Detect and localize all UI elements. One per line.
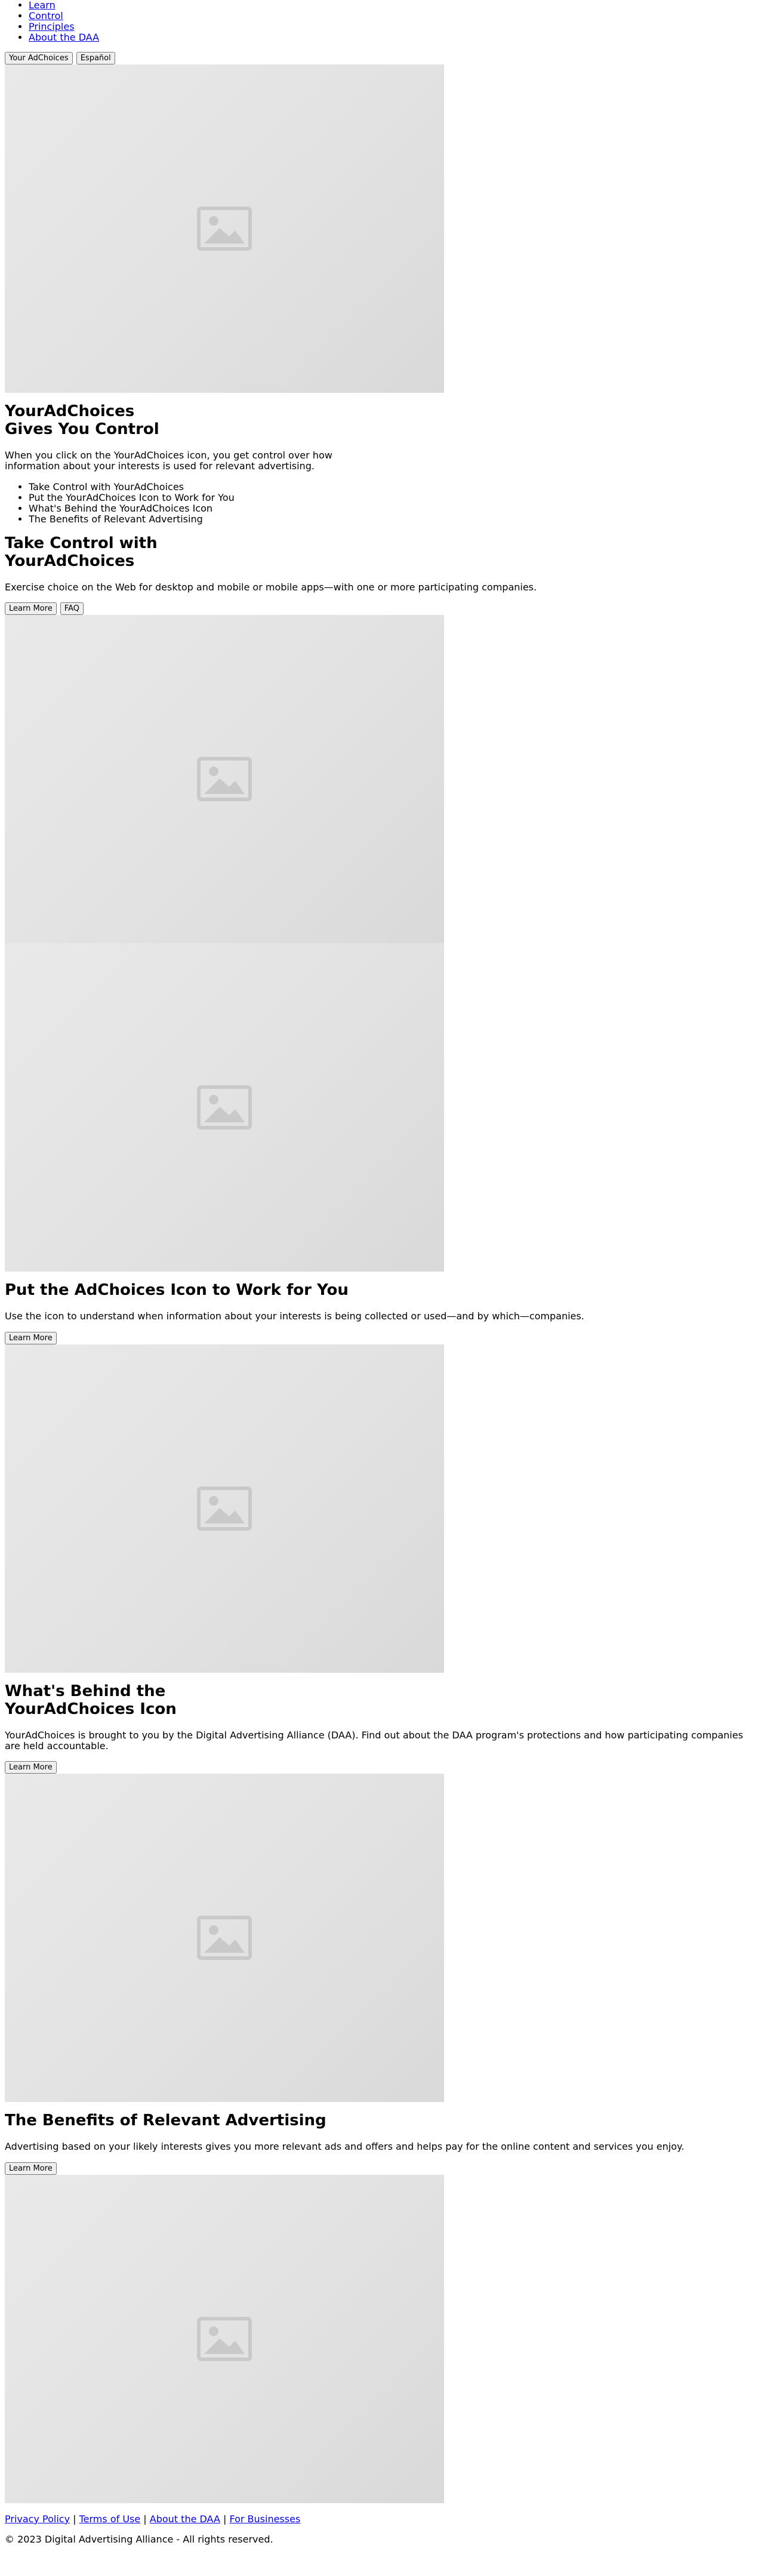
nav-link-control[interactable]: Control	[29, 10, 63, 21]
behind-buttons: Learn More	[5, 1761, 759, 1774]
footer-separator: |	[70, 2513, 79, 2525]
behind-title-line1: What's Behind the	[5, 1682, 166, 1700]
icon-learn-more-button[interactable]: Learn More	[5, 1331, 57, 1344]
language-bar: Your AdChoices Español	[5, 52, 759, 64]
behind-learn-more-button[interactable]: Learn More	[5, 1761, 57, 1774]
icon-buttons: Learn More	[5, 1331, 759, 1344]
behind-section-title: What's Behind the YourAdChoices Icon	[5, 1682, 759, 1718]
topic-item: Put the YourAdChoices Icon to Work for Y…	[29, 492, 759, 503]
benefits-section-title: The Benefits of Relevant Advertising	[5, 2112, 326, 2130]
nav-link-principles[interactable]: Principles	[29, 21, 75, 32]
control-buttons: Learn More FAQ	[5, 602, 759, 615]
topic-item: Take Control with YourAdChoices	[29, 481, 759, 493]
topic-list: Take Control with YourAdChoices Put the …	[5, 481, 759, 525]
nav-link-about[interactable]: About the DAA	[29, 32, 99, 43]
footer-links: Privacy Policy | Terms of Use | About th…	[5, 2513, 759, 2525]
control-section-title: Take Control with YourAdChoices	[5, 534, 759, 570]
benefits-buttons: Learn More	[5, 2162, 759, 2175]
footer-separator: |	[220, 2513, 230, 2525]
nav-item-principles: Principles	[29, 21, 759, 32]
hero-title-line1: YourAdChoices	[5, 402, 135, 420]
control-title-line2: YourAdChoices	[5, 552, 135, 570]
nav-item-about: About the DAA	[29, 32, 759, 43]
hero-intro: When you click on the YourAdChoices icon…	[5, 450, 332, 472]
footer-separator: |	[140, 2513, 150, 2525]
control-learn-more-button[interactable]: Learn More	[5, 602, 57, 615]
nav-link-learn[interactable]: Learn	[29, 0, 56, 11]
hero-image	[5, 64, 444, 393]
image-placeholder-icon	[197, 757, 252, 802]
image-placeholder-icon	[197, 1486, 252, 1531]
control-section-text: Exercise choice on the Web for desktop a…	[5, 581, 537, 593]
icon-section-image	[5, 1344, 444, 1673]
control-image-1	[5, 615, 444, 944]
behind-section-text: YourAdChoices is brought to you by the D…	[5, 1729, 743, 1752]
topic-item: The Benefits of Relevant Advertising	[29, 513, 759, 525]
topic-item: What's Behind the YourAdChoices Icon	[29, 503, 759, 514]
page: Learn Control Principles About the DAA Y…	[0, 0, 764, 2546]
about-daa-link[interactable]: About the DAA	[150, 2513, 220, 2525]
copyright-text: © 2023 Digital Advertising Alliance - Al…	[5, 2534, 273, 2546]
hero-title-line2: Gives You Control	[5, 420, 159, 438]
nav-item-learn: Learn	[29, 0, 759, 11]
control-title-line1: Take Control with	[5, 534, 158, 552]
icon-section-text: Use the icon to understand when informat…	[5, 1310, 584, 1322]
image-placeholder-icon	[197, 1916, 252, 1961]
benefits-section-text: Advertising based on your likely interes…	[5, 2141, 685, 2153]
benefits-section-image	[5, 2174, 444, 2503]
benefits-learn-more-button[interactable]: Learn More	[5, 2162, 57, 2175]
image-placeholder-icon	[197, 207, 252, 251]
espanol-button[interactable]: Español	[76, 52, 115, 64]
behind-title-line2: YourAdChoices Icon	[5, 1700, 177, 1718]
terms-of-use-link[interactable]: Terms of Use	[79, 2513, 141, 2525]
faq-button[interactable]: FAQ	[60, 602, 84, 615]
main-nav: Learn Control Principles About the DAA	[5, 0, 759, 43]
icon-section-title: Put the AdChoices Icon to Work for You	[5, 1281, 349, 1300]
behind-section-image	[5, 1774, 444, 2103]
hero-title: YourAdChoices Gives You Control	[5, 402, 759, 438]
image-placeholder-icon	[197, 2316, 252, 2361]
control-image-2	[5, 943, 444, 1272]
your-adchoices-button[interactable]: Your AdChoices	[5, 52, 73, 64]
privacy-policy-link[interactable]: Privacy Policy	[5, 2513, 70, 2525]
for-businesses-link[interactable]: For Businesses	[229, 2513, 300, 2525]
image-placeholder-icon	[197, 1085, 252, 1130]
nav-item-control: Control	[29, 11, 759, 21]
